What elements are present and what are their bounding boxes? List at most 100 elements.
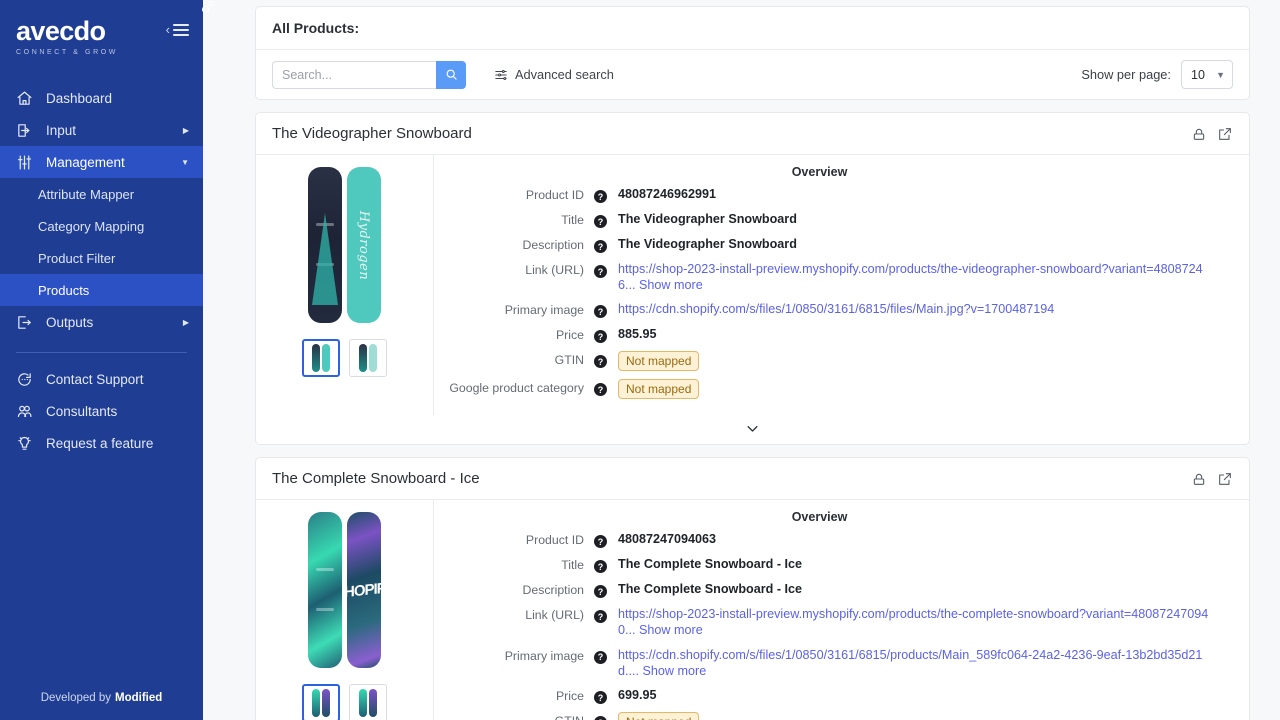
help-icon[interactable]: ? [594,691,607,705]
sidebar-item-product-filter[interactable]: Product Filter [0,242,203,274]
sidebar-divider [16,352,187,353]
help-icon[interactable]: ? [594,650,607,664]
help-icon[interactable]: ? [594,190,607,203]
advanced-search-button[interactable]: Advanced search [494,67,614,82]
lock-icon[interactable] [1191,471,1207,487]
external-link-icon[interactable] [1217,126,1233,142]
sidebar-item-label: Consultants [46,403,118,419]
sidebar-item-input[interactable]: Input ▶ [0,114,203,146]
board-text: Hydrogen [356,210,372,280]
field-value-link[interactable]: https://cdn.shopify.com/s/files/1/0850/3… [618,647,1218,679]
expand-product-button[interactable] [256,415,1249,444]
product-image-main: SHOPIFY [308,512,381,669]
field-label: Description [522,583,584,598]
help-icon[interactable]: ? [594,265,607,278]
field-label: GTIN [434,712,584,720]
help-icon[interactable]: ? [594,716,607,720]
search-input[interactable] [272,60,436,89]
help-icon[interactable]: ? [594,215,607,228]
help-icon[interactable]: ? [594,535,607,549]
sidebar-item-label: Outputs [46,314,94,330]
input-icon [16,122,38,139]
chevron-left-icon: ‹ [165,22,170,37]
field-value: The Complete Snowboard - Ice [618,582,803,597]
help-icon[interactable]: ? [594,560,607,574]
sidebar-nav: Dashboard Input ▶ Management ▼ Attribute… [0,82,203,459]
hamburger-icon [173,23,189,36]
help-icon[interactable]: ? [594,585,607,599]
sidebar-item-request-a-feature[interactable]: Request a feature [0,427,203,459]
sidebar-collapse-button[interactable]: ‹ [166,23,189,36]
field-value: The Complete Snowboard - Ice [618,557,803,572]
per-page-value: 10 [1191,67,1205,82]
thumbnail-2[interactable] [349,339,387,377]
field-value-link[interactable]: https://shop-2023-install-preview.myshop… [618,261,1218,293]
thumbnail-1[interactable] [302,339,340,377]
page-title: All Products: [256,7,1249,50]
external-link-icon[interactable] [1217,471,1233,487]
overview-heading: Overview [791,165,848,179]
products-toolbar: Advanced search Show per page: 10 ▼ [256,50,1249,99]
field-row-product-id: Product ID ? 48087247094063 [434,531,1235,549]
sidebar-item-attribute-mapper[interactable]: Attribute Mapper [0,178,203,210]
product-fields: Overview Product ID ? 48087247094063 Tit… [434,500,1249,720]
sidebar-item-management[interactable]: Management ▼ [0,146,203,178]
product-thumbnails [302,339,387,377]
product-body: SHOPIFY Overview Product ID ? 4808724709… [256,500,1249,720]
overview-heading: Overview [791,510,848,525]
sidebar-item-label: Management [46,154,125,170]
field-value-link[interactable]: https://cdn.shopify.com/s/files/1/0850/3… [618,301,1054,318]
advanced-search-label: Advanced search [515,67,614,82]
field-row-google-category: Google product category ? Not mapped [434,379,1235,400]
home-icon [16,90,38,107]
help-icon[interactable]: ? [594,240,607,253]
sidebar-item-category-mapping[interactable]: Category Mapping [0,210,203,242]
field-value-link[interactable]: https://shop-2023-install-preview.myshop… [618,606,1218,638]
field-label: Product ID [525,533,584,548]
sliders-icon [16,154,38,171]
sidebar-item-dashboard[interactable]: Dashboard [0,82,203,114]
product-media: Hydrogen [256,155,434,416]
field-value: 885.95 [618,327,657,342]
product-thumbnails [302,684,387,720]
sidebar-subitem-label: Category Mapping [38,218,145,234]
help-icon[interactable]: ? [594,383,607,397]
help-icon[interactable]: ? [594,330,607,344]
per-page-label: Show per page: [1081,67,1171,82]
sidebar-item-label: Input [46,122,77,138]
thumbnail-1[interactable] [302,684,340,720]
output-icon [16,314,38,331]
sidebar-item-consultants[interactable]: Consultants [0,395,203,427]
field-row-price: Price ? 699.95 [434,687,1235,705]
field-row-gtin: GTIN ? Not mapped [434,351,1235,372]
per-page-select[interactable]: 10 ▼ [1181,60,1233,89]
field-row-link: Link (URL) ? https://shop-2023-install-p… [434,606,1235,638]
field-label: Price [555,328,584,343]
per-page-control: Show per page: 10 ▼ [1081,60,1233,89]
help-icon[interactable]: ? [594,610,607,624]
field-value: 48087246962991 [618,187,717,201]
sidebar-item-contact-support[interactable]: Contact Support [0,363,203,395]
footer-brand: Modified [115,692,163,704]
chevron-down-icon: ▼ [1216,69,1225,80]
search-icon [446,69,457,80]
snowboard-graphic-back: SHOPIFY [347,512,381,669]
status-badge: Not mapped [618,712,700,720]
thumbnail-2[interactable] [349,684,387,720]
lock-icon[interactable] [1191,126,1207,142]
help-icon[interactable]: ? [594,355,607,369]
field-label: GTIN [554,353,584,368]
sidebar-item-products[interactable]: Products [0,274,203,306]
product-actions [1191,126,1233,142]
sidebar-top: avecdo CONNECT & GROW ‹ Dashboard Input … [0,0,214,459]
chevron-down-icon [747,426,758,433]
sidebar-item-outputs[interactable]: Outputs ▶ [0,306,203,338]
search-group [272,60,466,89]
field-value: The Videographer Snowboard [618,237,797,251]
help-icon[interactable]: ? [594,305,607,319]
product-card: The Videographer Snowboard Hydrogen Over… [255,112,1250,446]
all-products-panel: All Products: Advanced search Show per p… [255,6,1250,100]
search-button[interactable] [436,60,466,89]
sidebar-logo-row: avecdo CONNECT & GROW ‹ [0,1,214,56]
field-row-primary-image: Primary image ? https://cdn.shopify.com/… [434,301,1235,319]
